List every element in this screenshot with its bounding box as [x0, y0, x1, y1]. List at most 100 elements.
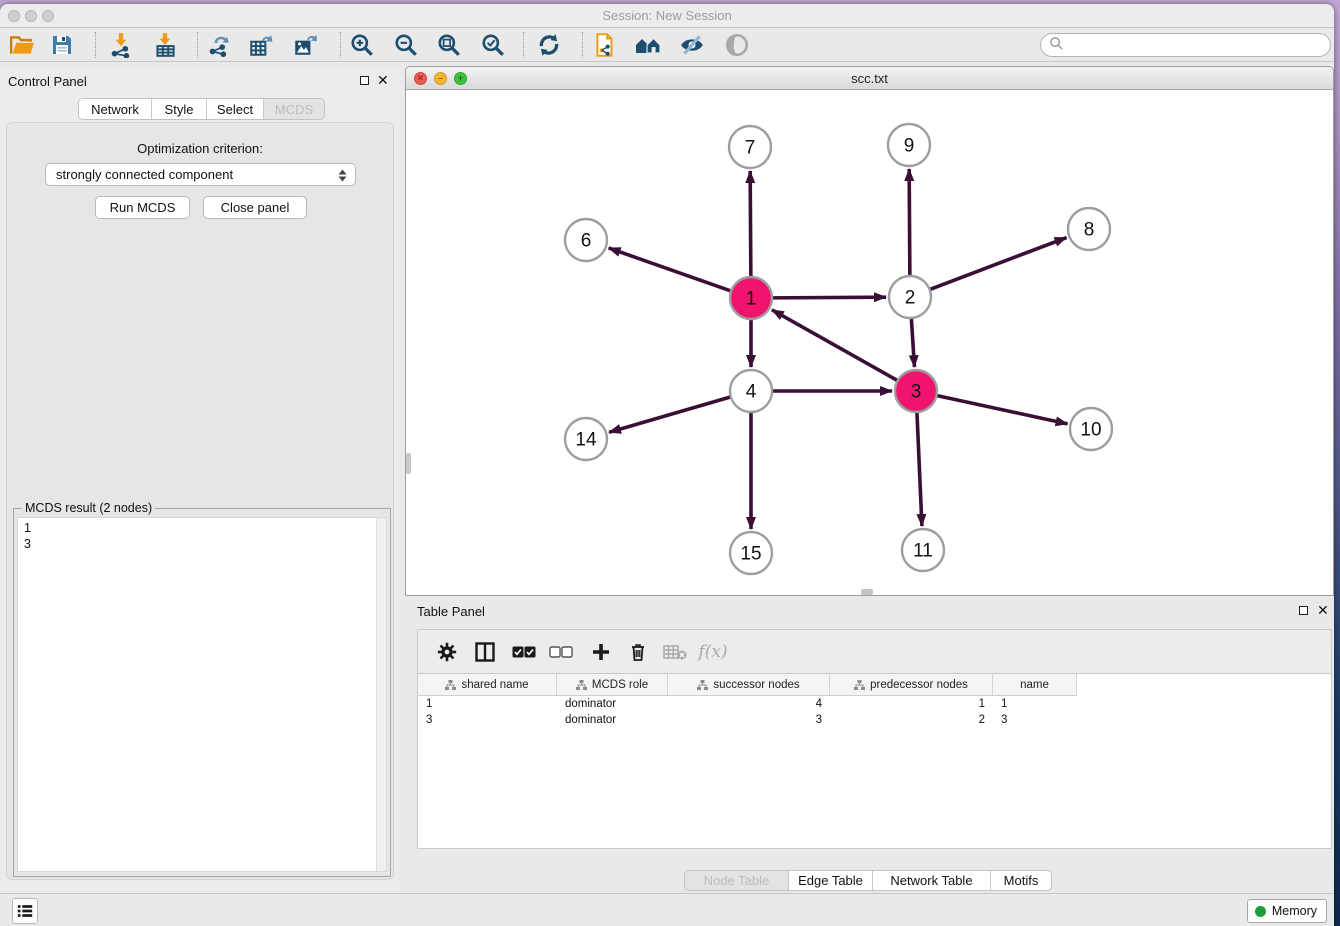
tab-edge-table[interactable]: Edge Table	[789, 871, 873, 890]
float-table-panel-icon[interactable]	[1299, 606, 1308, 615]
canvas-hscroll-handle[interactable]	[861, 589, 873, 595]
zoom-fit-icon[interactable]	[435, 31, 463, 59]
toolbar-separator	[582, 32, 583, 58]
graph-node-10[interactable]: 10	[1070, 408, 1112, 450]
tab-mcds[interactable]: MCDS	[264, 99, 324, 119]
column-header-predecessor-nodes[interactable]: predecessor nodes	[830, 674, 993, 695]
hide-selected-icon[interactable]	[678, 31, 706, 59]
graph-edge-2-9[interactable]	[909, 169, 910, 276]
svg-text:1: 1	[746, 289, 757, 310]
delete-table-icon	[660, 638, 690, 666]
network-window-titlebar[interactable]: ✕ – + scc.txt	[406, 67, 1333, 90]
import-network-icon[interactable]	[107, 31, 135, 59]
node-table-body: 1dominator4113dominator323	[418, 696, 1331, 728]
network-canvas[interactable]: 7 9 6 8 1 2 4 3 14 10 15 11	[406, 90, 1333, 595]
open-session-icon[interactable]	[8, 31, 36, 59]
unselect-all-columns-icon[interactable]	[546, 638, 576, 666]
tab-node-table[interactable]: Node Table	[685, 871, 789, 890]
graph-node-8[interactable]: 8	[1068, 208, 1110, 250]
add-column-icon[interactable]	[586, 638, 616, 666]
window-title: Session: New Session	[0, 8, 1334, 23]
graph-edge-2-8[interactable]	[930, 238, 1067, 290]
column-header-successor-nodes[interactable]: successor nodes	[668, 674, 830, 695]
graph-node-9[interactable]: 9	[888, 124, 930, 166]
graph-edge-4-14[interactable]	[609, 397, 731, 432]
export-image-icon[interactable]	[291, 31, 319, 59]
tab-style[interactable]: Style	[152, 99, 207, 119]
graph-node-7[interactable]: 7	[729, 126, 771, 168]
result-scrollbar[interactable]	[376, 518, 386, 871]
svg-text:4: 4	[746, 382, 757, 403]
float-panel-icon[interactable]	[360, 76, 369, 85]
tab-motifs[interactable]: Motifs	[991, 871, 1051, 890]
memory-button[interactable]: Memory	[1247, 899, 1327, 923]
delete-columns-icon[interactable]	[623, 638, 653, 666]
canvas-vscroll-handle[interactable]	[406, 453, 411, 474]
graph-edge-3-11[interactable]	[917, 412, 922, 526]
graph-edge-1-6[interactable]	[609, 248, 732, 291]
graph-edge-1-7[interactable]	[750, 171, 751, 277]
graph-node-2[interactable]: 2	[889, 276, 931, 318]
column-header-shared-name[interactable]: shared name	[418, 674, 557, 695]
mcds-result-textarea[interactable]: 1 3	[17, 517, 387, 872]
mcds-result-values: 1 3	[18, 518, 386, 554]
optimization-criterion-value: strongly connected component	[56, 167, 233, 182]
import-table-icon[interactable]	[151, 31, 179, 59]
close-panel-icon[interactable]: ✕	[377, 72, 389, 89]
zoom-in-icon[interactable]	[348, 31, 376, 59]
export-table-icon[interactable]	[247, 31, 275, 59]
graph-node-4[interactable]: 4	[730, 370, 772, 412]
network-graph: 7 9 6 8 1 2 4 3 14 10 15 11	[406, 90, 1333, 595]
close-table-panel-icon[interactable]: ✕	[1317, 602, 1329, 619]
graph-edge-1-2[interactable]	[772, 297, 886, 298]
table-cell: 2	[830, 712, 993, 728]
table-panel-header: Table Panel ✕	[405, 596, 1334, 622]
settings-gear-icon[interactable]	[432, 638, 462, 666]
graph-node-6[interactable]: 6	[565, 219, 607, 261]
graph-node-14[interactable]: 14	[565, 418, 607, 460]
main-titlebar: Session: New Session	[0, 4, 1334, 28]
clone-network-icon[interactable]	[591, 31, 619, 59]
export-network-icon[interactable]	[205, 31, 233, 59]
tab-select[interactable]: Select	[207, 99, 264, 119]
table-row[interactable]: 1dominator411	[418, 696, 1331, 712]
save-session-icon[interactable]	[48, 31, 76, 59]
select-all-columns-icon[interactable]	[509, 638, 539, 666]
list-icon	[16, 902, 34, 920]
table-cell: 1	[418, 696, 557, 712]
graph-node-15[interactable]: 15	[730, 532, 772, 574]
select-stepper-icon	[335, 166, 349, 184]
mcds-result-title: MCDS result (2 nodes)	[22, 501, 155, 515]
task-history-button[interactable]	[12, 898, 38, 924]
table-row[interactable]: 3dominator323	[418, 712, 1331, 728]
zoom-selected-icon[interactable]	[479, 31, 507, 59]
svg-text:15: 15	[740, 544, 761, 565]
close-panel-button[interactable]: Close panel	[203, 196, 307, 219]
zoom-out-icon[interactable]	[392, 31, 420, 59]
run-mcds-button[interactable]: Run MCDS	[95, 196, 190, 219]
column-header-mcds-role[interactable]: MCDS role	[557, 674, 668, 695]
graph-node-1[interactable]: 1	[730, 277, 772, 319]
home-icon[interactable]	[634, 31, 662, 59]
table-tabs: Node Table Edge Table Network Table Moti…	[684, 870, 1052, 891]
table-cell: dominator	[557, 712, 668, 728]
svg-text:14: 14	[575, 430, 597, 451]
optimization-criterion-select[interactable]: strongly connected component	[45, 163, 356, 186]
table-cell: 1	[993, 696, 1077, 712]
column-header-name[interactable]: name	[993, 674, 1077, 695]
graph-edge-2-3[interactable]	[911, 318, 914, 367]
table-panel: Table Panel ✕	[405, 596, 1334, 890]
main-toolbar	[0, 28, 1334, 62]
search-input[interactable]	[1040, 33, 1331, 57]
tab-network-table[interactable]: Network Table	[873, 871, 991, 890]
graph-edge-3-1[interactable]	[772, 310, 898, 381]
tree-icon	[854, 680, 865, 690]
apply-layout-icon[interactable]	[535, 31, 563, 59]
graph-node-3[interactable]: 3	[895, 370, 937, 412]
toolbar-separator	[197, 32, 198, 58]
show-columns-icon[interactable]	[470, 638, 500, 666]
svg-text:11: 11	[913, 541, 933, 562]
tab-network[interactable]: Network	[79, 99, 152, 119]
graph-node-11[interactable]: 11	[902, 529, 944, 571]
graph-edge-3-10[interactable]	[937, 395, 1068, 423]
